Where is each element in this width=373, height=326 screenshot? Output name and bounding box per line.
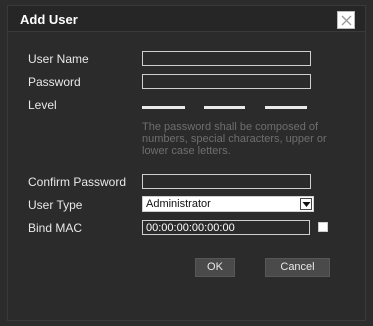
user-name-label: User Name	[28, 52, 89, 66]
user-type-select[interactable]: Administrator	[142, 196, 314, 212]
level-label: Level	[28, 98, 57, 112]
confirm-password-label: Confirm Password	[28, 175, 127, 189]
password-input[interactable]	[142, 74, 311, 89]
user-name-input[interactable]	[142, 51, 311, 66]
strength-bar-strong	[265, 106, 307, 109]
bind-mac-input[interactable]: 00:00:00:00:00:00	[142, 220, 310, 235]
confirm-password-input[interactable]	[142, 174, 311, 189]
strength-bar-medium	[204, 106, 245, 109]
user-type-value: Administrator	[146, 198, 211, 210]
bind-mac-checkbox[interactable]	[318, 222, 328, 232]
cancel-button[interactable]: Cancel	[265, 258, 330, 277]
add-user-dialog: Add User User Name Password Level The pa…	[7, 5, 366, 321]
chevron-down-icon[interactable]	[300, 198, 312, 210]
dialog-title: Add User	[20, 12, 78, 27]
ok-button[interactable]: OK	[195, 258, 235, 277]
user-type-label: User Type	[28, 198, 83, 212]
bind-mac-label: Bind MAC	[28, 221, 83, 235]
close-icon	[341, 15, 352, 26]
dialog-titlebar: Add User	[8, 6, 365, 32]
password-label: Password	[28, 75, 81, 89]
strength-bar-weak	[142, 106, 185, 109]
close-button[interactable]	[337, 11, 355, 29]
password-hint: The password shall be composed of number…	[142, 121, 327, 157]
